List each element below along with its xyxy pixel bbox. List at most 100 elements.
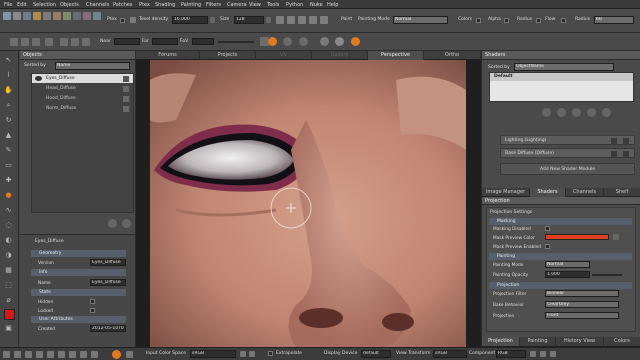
- near-field[interactable]: [114, 38, 140, 45]
- lock-icon[interactable]: [123, 106, 129, 112]
- color-picker-icon[interactable]: [613, 234, 619, 240]
- menu-patches[interactable]: Patches: [113, 2, 132, 8]
- status-move-icon[interactable]: [36, 351, 43, 358]
- smudge-tool-icon[interactable]: ∿: [3, 205, 14, 215]
- shader-item-default[interactable]: Default: [490, 73, 633, 81]
- display-device-select[interactable]: default: [361, 350, 391, 358]
- hidden-checkbox[interactable]: [90, 299, 95, 304]
- menu-camera[interactable]: Camera: [227, 2, 247, 8]
- menu-ptex[interactable]: Ptex: [139, 2, 150, 8]
- status-grid-icon[interactable]: [80, 351, 87, 358]
- frame-icon[interactable]: [45, 38, 53, 46]
- component-select[interactable]: RGB: [496, 350, 526, 358]
- camera-icon[interactable]: [309, 16, 317, 24]
- status-frame-icon[interactable]: [69, 351, 76, 358]
- view-transform-select[interactable]: sRGB: [433, 350, 467, 358]
- eye-icon[interactable]: [298, 16, 306, 24]
- shader-delete-icon[interactable]: [602, 108, 611, 117]
- menu-shading[interactable]: Shading: [155, 2, 175, 8]
- sphere-lit-icon[interactable]: [351, 37, 360, 46]
- status-paint-icon[interactable]: [112, 350, 121, 359]
- select-icon[interactable]: [23, 12, 31, 20]
- paint-bucket-icon[interactable]: [33, 12, 41, 20]
- menu-channels[interactable]: Channels: [86, 2, 109, 8]
- masking-disabled-checkbox[interactable]: [545, 226, 550, 231]
- fov-field[interactable]: [192, 38, 214, 45]
- menu-nuke[interactable]: Nuke: [310, 2, 323, 8]
- shader-link-icon[interactable]: [587, 108, 596, 117]
- painting-opacity-slider[interactable]: [592, 274, 622, 276]
- masking-header[interactable]: Masking: [489, 218, 632, 225]
- perspective-icon[interactable]: [60, 38, 68, 46]
- burn-tool-icon[interactable]: ◑: [3, 250, 14, 260]
- select-tool-icon[interactable]: ↖: [3, 55, 14, 65]
- projection-header[interactable]: Projection: [489, 282, 632, 289]
- brush-tool-icon[interactable]: ●: [3, 190, 14, 200]
- rotate-icon[interactable]: [21, 38, 29, 46]
- tab-shaders[interactable]: Shaders: [530, 188, 566, 197]
- locked-checkbox[interactable]: [90, 308, 95, 313]
- far-field[interactable]: [152, 38, 178, 45]
- tab-history-view[interactable]: History View: [556, 337, 604, 346]
- lock-icon[interactable]: [123, 86, 129, 92]
- mask-preview-enabled-checkbox[interactable]: [545, 244, 550, 249]
- eye-visibility-icon[interactable]: [35, 76, 42, 81]
- fill-tool-icon[interactable]: ▲: [3, 130, 14, 140]
- menu-painting[interactable]: Painting: [181, 2, 201, 8]
- shader-layer-lighting[interactable]: Lighting (Lighting): [500, 135, 635, 145]
- painting-header[interactable]: Painting: [489, 253, 632, 260]
- eyedropper-tool-icon[interactable]: ⌀: [3, 295, 14, 305]
- status-camera-icon[interactable]: [126, 351, 133, 358]
- shading-icon[interactable]: [283, 37, 292, 46]
- light-icon[interactable]: [320, 16, 328, 24]
- ptex-settings-icon[interactable]: [130, 17, 136, 23]
- component-icon[interactable]: [550, 351, 556, 357]
- add-object-icon[interactable]: [108, 219, 117, 228]
- menu-filters[interactable]: Filters: [206, 2, 221, 8]
- sphere-flat-icon[interactable]: [320, 37, 329, 46]
- move-icon[interactable]: [10, 38, 18, 46]
- grid-icon[interactable]: [43, 12, 51, 20]
- objects-sort-select[interactable]: Name: [55, 62, 130, 70]
- tab-perspective[interactable]: Perspective: [368, 51, 424, 60]
- alpha-checkbox[interactable]: [504, 18, 509, 23]
- tab-projection[interactable]: Projection: [482, 337, 520, 346]
- bake-behavior-select[interactable]: ClearOnly: [545, 301, 619, 308]
- menu-objects[interactable]: Objects: [60, 2, 79, 8]
- info-header[interactable]: Info: [31, 269, 126, 276]
- zoom-tool-icon[interactable]: ⌕: [3, 100, 14, 110]
- brush-icon[interactable]: [3, 12, 11, 20]
- stamp-icon[interactable]: [53, 12, 61, 20]
- tab-channels[interactable]: Channels: [566, 188, 604, 197]
- geometry-header[interactable]: Geometry: [31, 250, 126, 257]
- tab-ortho[interactable]: Ortho: [424, 51, 481, 60]
- shader-duplicate-icon[interactable]: [557, 108, 566, 117]
- projection-filter-select[interactable]: Bilinear: [545, 290, 619, 297]
- sphere-smooth-icon[interactable]: [335, 37, 344, 46]
- painting-opacity-field[interactable]: 1.000: [545, 271, 590, 278]
- object-item-eyes[interactable]: Eyes_Diffuse: [32, 74, 133, 83]
- version-field[interactable]: Eyes_Diffuse: [90, 259, 126, 266]
- refresh-icon[interactable]: [287, 16, 295, 24]
- eraser-tool-icon[interactable]: ▭: [3, 160, 14, 170]
- menu-help[interactable]: Help: [327, 2, 338, 8]
- lasso-tool-icon[interactable]: ⌇: [3, 70, 14, 80]
- wireframe-icon[interactable]: [299, 37, 308, 46]
- state-header[interactable]: State: [31, 289, 126, 296]
- status-up-icon[interactable]: [58, 351, 65, 358]
- size-field[interactable]: 128: [234, 16, 264, 24]
- tab-painting[interactable]: Painting: [520, 337, 556, 346]
- color-space-icon[interactable]: [240, 351, 246, 357]
- extrapolate-checkbox[interactable]: [268, 351, 273, 356]
- lock-icon[interactable]: [276, 16, 284, 24]
- name-field[interactable]: Eyes_Diffuse: [90, 279, 126, 286]
- tab-projects[interactable]: Projects: [200, 51, 256, 60]
- component-icon[interactable]: [540, 351, 546, 357]
- projection-select[interactable]: Front: [545, 312, 619, 319]
- status-tool-icon[interactable]: [3, 351, 10, 358]
- delete-object-icon[interactable]: [122, 219, 131, 228]
- layer-visible-icon[interactable]: [611, 151, 617, 157]
- blur-tool-icon[interactable]: ◌: [3, 220, 14, 230]
- tab-image-manager[interactable]: Image Manager: [482, 188, 530, 197]
- rotate-tool-icon[interactable]: ↻: [3, 115, 14, 125]
